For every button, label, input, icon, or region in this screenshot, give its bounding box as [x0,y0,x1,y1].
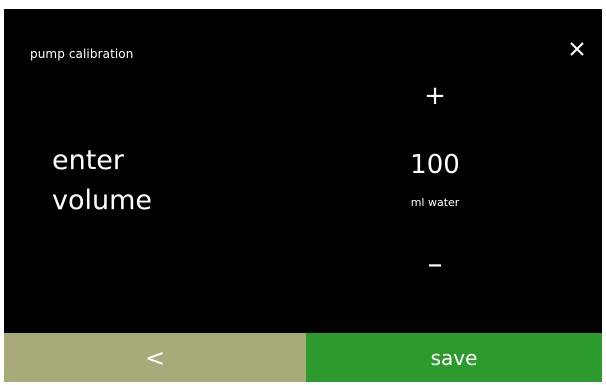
close-icon [570,42,584,56]
instruction-line-2: volume [52,185,153,216]
volume-unit: ml water [410,196,460,209]
save-label: save [430,345,478,370]
save-button[interactable]: save [306,333,602,382]
volume-value: 100 [410,150,460,180]
page-title: pump calibration [30,47,134,61]
instruction-line-1: enter [52,145,125,176]
instruction-text: enter volume [52,141,152,221]
back-button[interactable]: < [4,333,306,382]
decrement-button[interactable]: – [404,245,466,285]
increment-button[interactable]: + [404,79,466,113]
back-label: < [144,343,166,372]
calibration-screen: pump calibration enter volume + 100 ml w… [4,9,602,382]
action-bar: < save [4,333,602,382]
close-button[interactable] [564,36,592,64]
